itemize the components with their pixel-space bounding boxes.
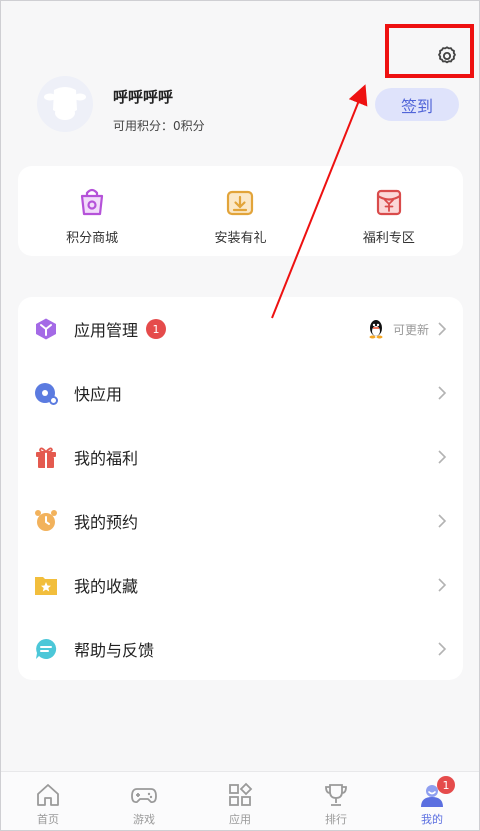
updatable-indicator: 可更新 [367, 319, 429, 339]
update-count-badge: 1 [146, 319, 166, 339]
nav-tab-home[interactable]: 首页 [0, 772, 96, 831]
updatable-text: 可更新 [392, 322, 429, 337]
nav-tab-games[interactable]: 游戏 [96, 772, 192, 831]
alarm-clock-icon [35, 510, 57, 531]
install-gift-icon [227, 190, 254, 216]
trophy-icon [325, 784, 347, 806]
avatar[interactable] [37, 76, 93, 132]
qq-penguin-icon [369, 320, 383, 339]
chevron-right-icon [438, 450, 447, 464]
nav-tab-label: 我的 [421, 813, 443, 826]
quick-links-card: 积分商城 安装有礼 福利专区 [18, 166, 463, 256]
nav-notification-badge: 1 [437, 776, 455, 794]
nav-tab-mine[interactable]: 我的 1 [384, 772, 480, 831]
menu-list-card: 应用管理 1 可更新 快应用 我的福利 我的预约 我的收藏 帮助与反馈 [18, 297, 463, 680]
quick-link-points-mall[interactable]: 积分商城 [18, 166, 166, 256]
menu-item-label: 应用管理 [74, 321, 139, 340]
app-manage-cube-icon [36, 318, 56, 340]
home-icon [37, 784, 59, 806]
menu-item-my-welfare[interactable]: 我的福利 [18, 425, 463, 489]
welfare-envelope-icon [376, 189, 401, 216]
nav-tab-label: 首页 [37, 813, 59, 826]
points-balance: 可用积分：0积分 [113, 119, 205, 133]
chat-bubble-icon [36, 638, 57, 659]
menu-item-help-feedback[interactable]: 帮助与反馈 [18, 617, 463, 681]
menu-item-my-favorites[interactable]: 我的收藏 [18, 553, 463, 617]
nav-tab-ranking[interactable]: 排行 [288, 772, 384, 831]
nav-tab-label: 排行 [325, 813, 347, 826]
cow-avatar-icon [44, 87, 86, 120]
nav-tab-label: 游戏 [133, 813, 155, 826]
menu-item-label: 帮助与反馈 [74, 641, 155, 660]
quick-link-label: 福利专区 [362, 231, 415, 246]
nav-tab-apps[interactable]: 应用 [192, 772, 288, 831]
apps-grid-icon [229, 782, 253, 806]
chevron-right-icon [438, 322, 447, 336]
chevron-right-icon [438, 578, 447, 592]
quick-link-label: 积分商城 [66, 231, 119, 246]
quick-link-label: 安装有礼 [214, 231, 267, 246]
nav-tab-label: 应用 [229, 813, 251, 826]
menu-item-label: 快应用 [74, 385, 123, 404]
quick-link-install-gift[interactable]: 安装有礼 [166, 166, 314, 256]
shopping-bag-icon [81, 188, 104, 216]
chevron-right-icon [438, 514, 447, 528]
signin-button[interactable]: 签到 [375, 88, 459, 121]
chevron-right-icon [438, 386, 447, 400]
quick-app-icon [35, 383, 58, 405]
username: 呼呼呼呼 [113, 88, 174, 106]
star-folder-icon [35, 577, 57, 595]
bottom-navigation: 首页 游戏 应用 排行 我的 1 [0, 771, 480, 831]
menu-item-label: 我的收藏 [74, 577, 139, 596]
menu-item-quick-app[interactable]: 快应用 [18, 361, 463, 425]
gift-icon [36, 447, 56, 468]
highlight-annotation-box [385, 24, 474, 78]
menu-item-app-management[interactable]: 应用管理 1 可更新 [18, 297, 463, 361]
chevron-right-icon [438, 642, 447, 656]
gamepad-icon [131, 788, 157, 804]
menu-item-my-reservations[interactable]: 我的预约 [18, 489, 463, 553]
menu-item-label: 我的预约 [74, 513, 139, 532]
quick-link-welfare-zone[interactable]: 福利专区 [315, 166, 463, 256]
menu-item-label: 我的福利 [74, 449, 139, 468]
